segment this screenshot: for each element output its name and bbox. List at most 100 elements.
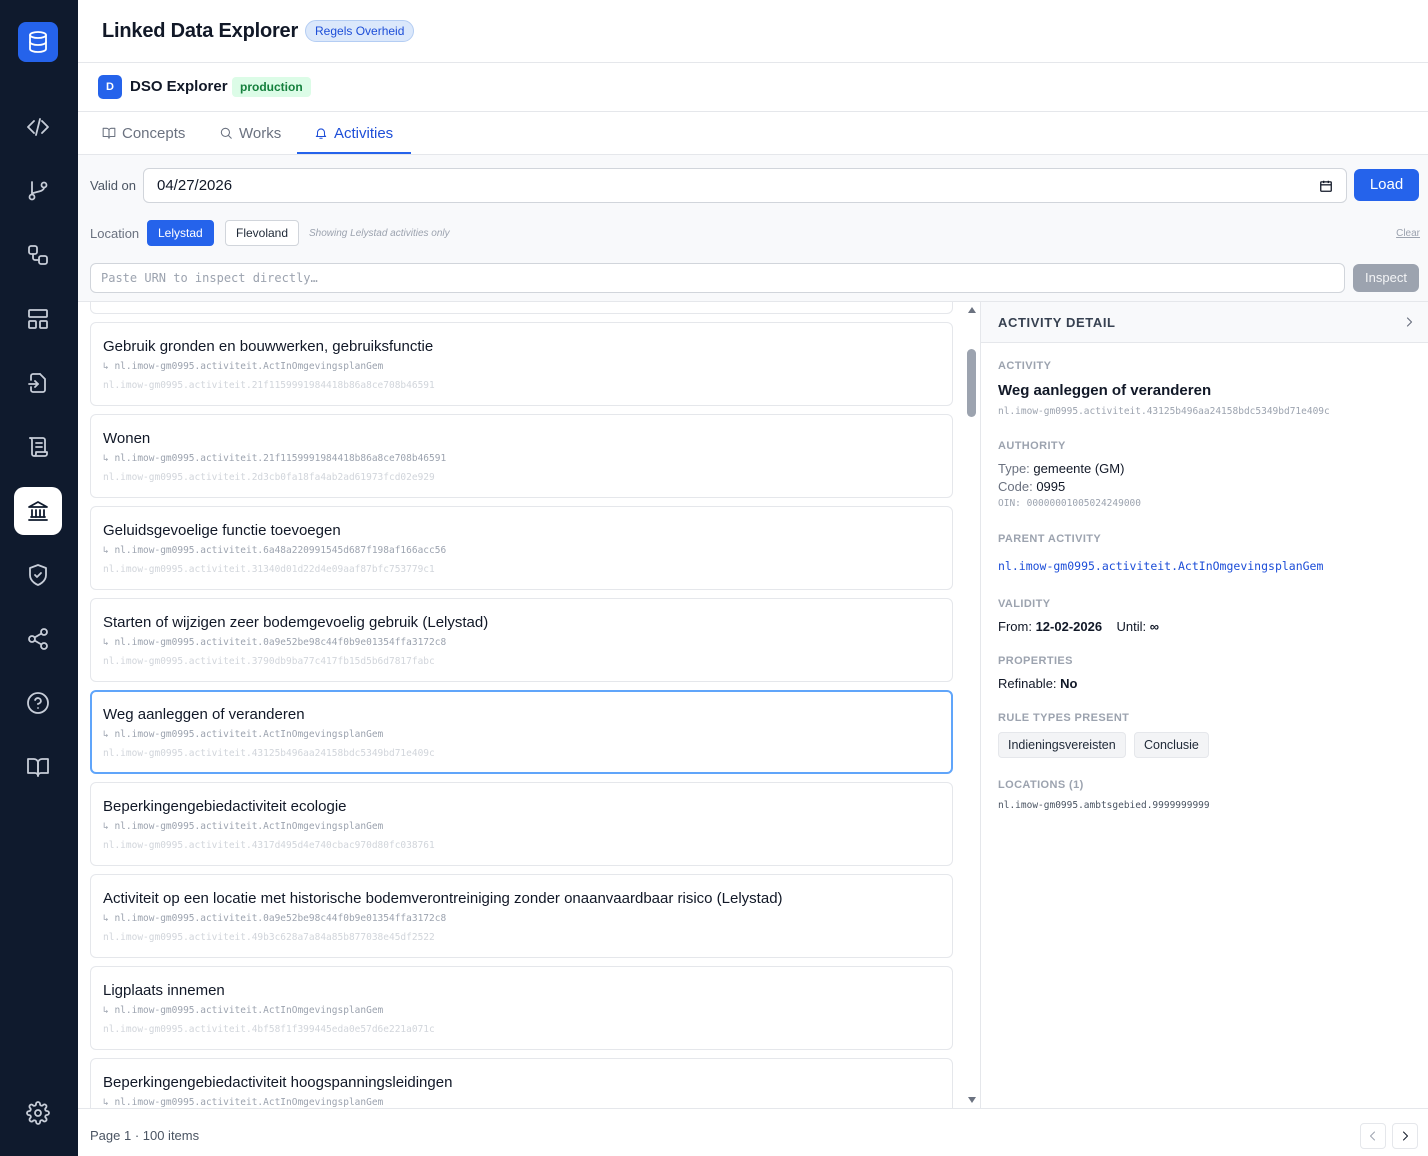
valid-date-input[interactable]: 04/27/2026	[143, 168, 1347, 203]
urn-input[interactable]: Paste URN to inspect directly…	[90, 263, 1345, 293]
list-item[interactable]: Starten of wijzigen zeer bodemgevoelig g…	[90, 598, 953, 682]
chevron-right-icon[interactable]	[1403, 316, 1415, 328]
settings-icon	[26, 1101, 50, 1125]
git-branch-icon	[28, 181, 48, 201]
authority-oin: OIN: 00000001005024249000	[998, 498, 1141, 509]
activity-urn: nl.imow-gm0995.activiteit.43125b496aa241…	[103, 748, 435, 759]
layout-icon	[28, 309, 48, 329]
sidebar	[0, 0, 78, 1156]
activity-title: Weg aanleggen of veranderen	[103, 706, 305, 723]
activity-parent: ↳ nl.imow-gm0995.activiteit.ActInOmgevin…	[103, 361, 384, 372]
calendar-icon[interactable]	[1319, 179, 1333, 193]
locations-section-label: LOCATIONS (1)	[998, 779, 1084, 791]
activity-parent: ↳ nl.imow-gm0995.activiteit.ActInOmgevin…	[103, 729, 384, 740]
source-bar: D DSO Explorer production	[78, 63, 1428, 112]
activity-parent: ↳ nl.imow-gm0995.activiteit.ActInOmgevin…	[103, 821, 384, 832]
sidebar-item-help[interactable]	[14, 679, 62, 727]
list-item[interactable]: Beperkingengebiedactiviteit ecologie ↳ n…	[90, 782, 953, 866]
inspect-button[interactable]: Inspect	[1353, 264, 1419, 292]
authority-code: Code: 0995	[998, 479, 1065, 494]
sidebar-item-shield[interactable]	[14, 551, 62, 599]
parent-activity-link[interactable]: nl.imow-gm0995.activiteit.ActInOmgevings…	[998, 559, 1323, 573]
authority-type: Type: gemeente (GM)	[998, 461, 1124, 476]
list-item[interactable]: Geluidsgevoelige functie toevoegen ↳ nl.…	[90, 506, 953, 590]
until-value: ∞	[1149, 619, 1160, 634]
list-item-selected[interactable]: Weg aanleggen of veranderen ↳ nl.imow-gm…	[90, 690, 953, 774]
activity-title: Starten of wijzigen zeer bodemgevoelig g…	[103, 614, 489, 631]
activity-urn: nl.imow-gm0995.activiteit.4317d495d4e740…	[103, 840, 435, 851]
chevron-left-icon	[1370, 1131, 1375, 1141]
list-item[interactable]: Wonen ↳ nl.imow-gm0995.activiteit.21f115…	[90, 414, 953, 498]
list-item[interactable]: Gebruik gronden en bouwwerken, gebruiksf…	[90, 322, 953, 406]
sidebar-item-settings[interactable]	[14, 1089, 62, 1137]
activity-urn: nl.imow-gm0995.activiteit.2d3cb0fa18fa4a…	[103, 472, 435, 483]
sidebar-item-import[interactable]	[14, 359, 62, 407]
activity-parent: ↳ nl.imow-gm0995.activiteit.0a9e52be98c4…	[103, 913, 447, 924]
properties-section-label: PROPERTIES	[998, 655, 1073, 667]
authority-section-label: AUTHORITY	[998, 440, 1066, 452]
activity-detail-panel: ACTIVITY DETAIL ACTIVITY Weg aanleggen o…	[980, 302, 1428, 1108]
location-flevoland-button[interactable]: Flevoland	[225, 220, 300, 246]
location-label: Location	[90, 226, 140, 241]
activity-urn: nl.imow-gm0995.activiteit.4bf58f1f399445…	[103, 1024, 435, 1035]
scroll-down-arrow-icon[interactable]	[968, 1097, 976, 1103]
sidebar-item-code[interactable]	[14, 103, 62, 151]
valid-on-label: Valid on	[90, 178, 137, 193]
source-avatar: D	[98, 75, 122, 99]
book-icon	[27, 758, 49, 777]
clear-location-link[interactable]: Clear	[1396, 228, 1420, 239]
sidebar-item-scroll[interactable]	[14, 423, 62, 471]
activity-urn: nl.imow-gm0995.activiteit.31340d01d22d4e…	[103, 564, 435, 575]
filter-area: Valid on 04/27/2026 Load Location Lelyst…	[78, 155, 1428, 302]
location-lelystad-button[interactable]: Lelystad	[147, 220, 214, 246]
top-bar: Linked Data Explorer Regels Overheid	[78, 0, 1428, 63]
tab-label: Concepts	[122, 124, 186, 142]
app-logo[interactable]	[18, 22, 58, 62]
sidebar-item-layout[interactable]	[14, 295, 62, 343]
tab-label: Activities	[334, 124, 394, 142]
tab-activities[interactable]: Activities	[314, 112, 393, 154]
share-icon	[28, 628, 48, 650]
load-button[interactable]: Load	[1354, 169, 1419, 201]
scroll-thumb[interactable]	[967, 349, 976, 417]
list-item[interactable]: Ligplaats innemen ↳ nl.imow-gm0995.activ…	[90, 966, 953, 1050]
activity-urn: nl.imow-gm0995.activiteit.3790db9ba77c41…	[103, 656, 435, 667]
date-value: 04/27/2026	[157, 177, 233, 194]
chevron-right-icon	[1403, 1131, 1408, 1141]
next-page-button[interactable]	[1392, 1123, 1418, 1149]
activity-urn: nl.imow-gm0995.activiteit.43125b496aa241…	[998, 406, 1330, 417]
refinable-key: Refinable:	[998, 676, 1057, 691]
activity-name: Weg aanleggen of veranderen	[998, 382, 1212, 399]
sidebar-item-book[interactable]	[14, 743, 62, 791]
tab-concepts[interactable]: Concepts	[102, 112, 185, 154]
scroll-up-arrow-icon[interactable]	[968, 307, 976, 313]
book-open-icon	[102, 127, 116, 139]
sidebar-item-branches[interactable]	[14, 167, 62, 215]
code-icon	[27, 118, 49, 136]
list-item-partial[interactable]	[90, 302, 953, 314]
activity-title: Activiteit op een locatie met historisch…	[103, 890, 783, 907]
shield-check-icon	[29, 564, 47, 586]
validity-section-label: VALIDITY	[998, 598, 1051, 610]
bell-icon	[315, 128, 327, 139]
activity-parent: ↳ nl.imow-gm0995.activiteit.ActInOmgevin…	[103, 1005, 384, 1016]
from-value: 12-02-2026	[1035, 619, 1103, 634]
sidebar-item-workflow[interactable]	[14, 231, 62, 279]
page-info: Page 1 · 100 items	[90, 1128, 200, 1143]
sidebar-item-share[interactable]	[14, 615, 62, 663]
rule-types-section-label: RULE TYPES PRESENT	[998, 712, 1130, 724]
activity-parent: ↳ nl.imow-gm0995.activiteit.6a48a2209915…	[103, 545, 447, 556]
search-icon	[220, 127, 232, 139]
list-item[interactable]: Activiteit op een locatie met historisch…	[90, 874, 953, 958]
sidebar-item-landmark[interactable]	[14, 487, 62, 535]
activity-title: Ligplaats innemen	[103, 982, 225, 999]
tab-works[interactable]: Works	[219, 112, 281, 154]
previous-page-button[interactable]	[1360, 1123, 1386, 1149]
scroll-icon	[29, 437, 48, 457]
list-item[interactable]: Beperkingengebiedactiviteit hoogspanning…	[90, 1058, 953, 1108]
rule-type-chip: Indieningsvereisten	[998, 732, 1126, 758]
source-name[interactable]: DSO Explorer	[130, 78, 228, 95]
workflow-icon	[28, 245, 48, 265]
list-scrollbar[interactable]	[965, 302, 979, 1108]
activity-parent: ↳ nl.imow-gm0995.activiteit.0a9e52be98c4…	[103, 637, 447, 648]
